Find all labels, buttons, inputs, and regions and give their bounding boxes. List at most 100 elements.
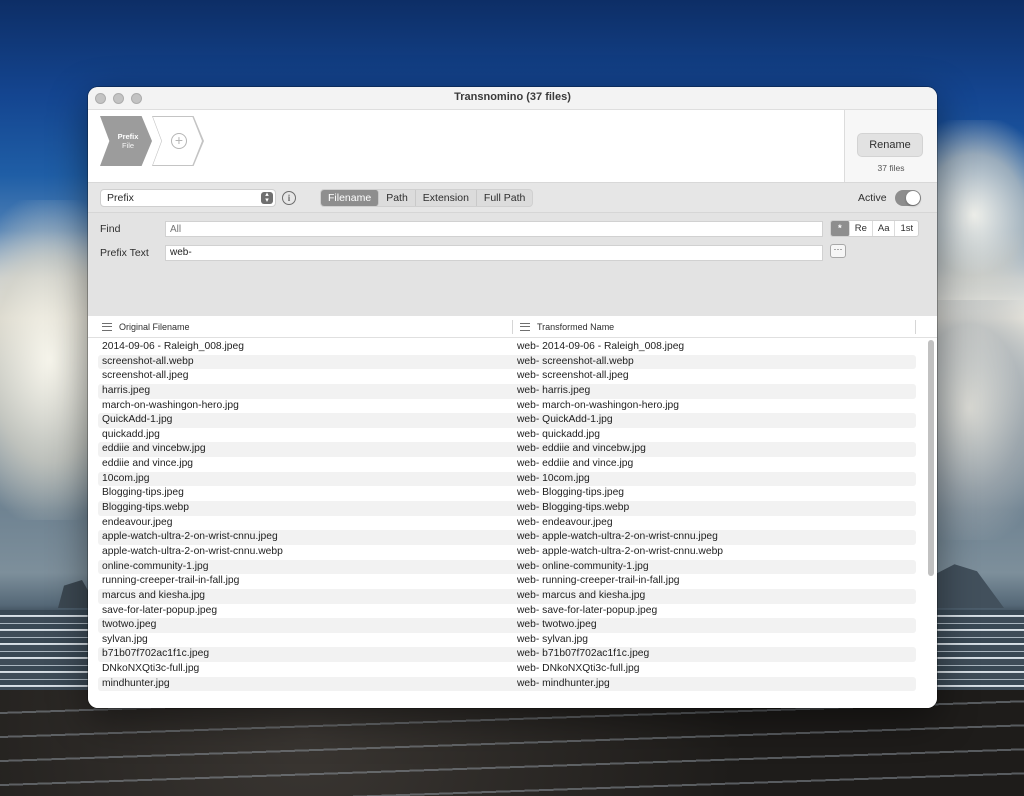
options-bar: Prefix ▴ ▾ i Filename Path Extension Full… — [88, 182, 937, 212]
table-row[interactable]: b71b07f702ac1f1c.jpeg web- b71b07f702ac1f… — [98, 647, 916, 663]
transformed-name-cell: web- endeavour.jpeg — [517, 516, 613, 528]
find-option-regex[interactable]: Re — [850, 221, 873, 236]
original-filename-cell: mindhunter.jpg — [102, 677, 170, 689]
files-count: 37 files — [877, 163, 905, 173]
column-divider[interactable] — [512, 320, 513, 334]
transformed-name-cell: web- eddiie and vincebw.jpg — [517, 443, 646, 455]
original-filename-cell: DNkoNXQti3c-full.jpg — [102, 663, 200, 675]
table-row[interactable]: sylvan.jpg web- sylvan.jpg — [98, 633, 916, 648]
original-filename-cell: save-for-later-popup.jpeg — [102, 604, 218, 616]
table-row[interactable]: marcus and kiesha.jpg web- marcus and kie… — [98, 588, 916, 604]
transformed-name-cell: web- running-creeper-trail-in-fall.jpg — [517, 575, 680, 587]
find-label: Find — [100, 223, 121, 235]
rule-settings-pane: Find * Re Aa 1st Prefix Text web- ··· — [88, 212, 937, 316]
column-divider[interactable] — [915, 320, 916, 334]
find-option-case[interactable]: Aa — [873, 221, 896, 236]
info-icon[interactable]: i — [282, 191, 296, 205]
hamburger-icon[interactable] — [102, 323, 112, 331]
find-option-wildcard[interactable]: * — [831, 221, 850, 236]
table-row[interactable]: apple-watch-ultra-2-on-wrist-cnnu.jpeg we… — [98, 530, 916, 545]
transformed-name-cell: web- marcus and kiesha.jpg — [517, 589, 646, 601]
plus-circle-icon: + — [171, 133, 187, 149]
original-filename-cell: apple-watch-ultra-2-on-wrist-cnnu.webp — [102, 545, 283, 557]
table-row[interactable]: harris.jpeg web- harris.jpeg — [98, 383, 916, 399]
table-row[interactable]: Blogging-tips.jpeg web- Blogging-tips.jpe… — [98, 486, 916, 501]
column-header-original[interactable]: Original Filename — [119, 316, 190, 338]
rename-panel: Rename 37 files — [844, 110, 937, 182]
original-filename-cell: screenshot-all.webp — [102, 355, 194, 367]
table-row[interactable]: 10com.jpg web- 10com.jpg — [98, 471, 916, 487]
original-filename-cell: endeavour.jpeg — [102, 516, 173, 528]
active-toggle[interactable] — [895, 190, 921, 206]
transformed-name-cell: web- Blogging-tips.jpeg — [517, 487, 625, 499]
transformed-name-cell: web- apple-watch-ultra-2-on-wrist-cnnu.j… — [517, 531, 718, 543]
scrollbar-thumb[interactable] — [928, 340, 934, 576]
rule-type-select[interactable]: Prefix ▴ ▾ — [100, 189, 276, 207]
transformed-name-cell: web- march-on-washingon-hero.jpg — [517, 399, 679, 411]
table-row[interactable]: march-on-washingon-hero.jpg web- march-on… — [98, 399, 916, 414]
table-row[interactable]: twotwo.jpeg web- twotwo.jpeg — [98, 618, 916, 633]
find-option-first[interactable]: 1st — [895, 221, 918, 236]
vertical-scrollbar[interactable] — [928, 340, 934, 704]
table-row[interactable]: screenshot-all.jpeg web- screenshot-all.j… — [98, 369, 916, 384]
original-filename-cell: eddiie and vincebw.jpg — [102, 443, 206, 455]
table-row[interactable]: Blogging-tips.webp web- Blogging-tips.web… — [98, 501, 916, 516]
table-row[interactable]: quickadd.jpg web- quickadd.jpg — [98, 428, 916, 443]
transformed-name-cell: web- screenshot-all.jpeg — [517, 370, 629, 382]
original-filename-cell: sylvan.jpg — [102, 633, 148, 645]
more-options-button[interactable]: ··· — [830, 244, 846, 258]
transformed-name-cell: web- b71b07f702ac1f1c.jpeg — [517, 648, 650, 660]
table-row[interactable]: screenshot-all.webp web- screenshot-all.w… — [98, 354, 916, 370]
transformed-name-cell: web- apple-watch-ultra-2-on-wrist-cnnu.w… — [517, 545, 724, 557]
table-row[interactable]: 2014-09-06 - Raleigh_008.jpeg web- 2014-0… — [98, 340, 916, 355]
table-row[interactable]: QuickAdd-1.jpg web- QuickAdd-1.jpg — [98, 413, 916, 428]
original-filename-cell: QuickAdd-1.jpg — [102, 414, 173, 426]
rename-button[interactable]: Rename — [857, 133, 923, 157]
original-filename-cell: eddiie and vince.jpg — [102, 458, 194, 470]
original-filename-cell: online-community-1.jpg — [102, 560, 209, 572]
table-row[interactable]: eddiie and vincebw.jpg web- eddiie and vi… — [98, 442, 916, 458]
table-row[interactable]: apple-watch-ultra-2-on-wrist-cnnu.webp we… — [98, 545, 916, 560]
files-table: Original Filename Transformed Name 2014-… — [88, 316, 937, 708]
tab-path[interactable]: Path — [379, 190, 416, 206]
original-filename-cell: marcus and kiesha.jpg — [102, 589, 206, 601]
tab-full-path[interactable]: Full Path — [477, 190, 532, 206]
table-row[interactable]: DNkoNXQti3c-full.jpg web- DNkoNXQti3c-ful… — [98, 662, 916, 677]
transformed-name-cell: web- 10com.jpg — [517, 472, 590, 484]
table-row[interactable]: save-for-later-popup.jpeg web- save-for-l… — [98, 604, 916, 619]
transformed-name-cell: web- Blogging-tips.webp — [517, 502, 630, 514]
title-bar[interactable]: Transnomino (37 files) — [88, 87, 937, 110]
table-body: 2014-09-06 - Raleigh_008.jpeg web- 2014-0… — [98, 340, 916, 706]
rule-type-value: Prefix — [107, 192, 134, 204]
table-row[interactable]: endeavour.jpeg web- endeavour.jpeg — [98, 516, 916, 531]
transformed-name-cell: web- twotwo.jpeg — [517, 619, 597, 631]
original-filename-cell: quickadd.jpg — [102, 428, 160, 440]
original-filename-cell: screenshot-all.jpeg — [102, 370, 189, 382]
table-header: Original Filename Transformed Name — [88, 316, 937, 338]
app-window: Transnomino (37 files) Prefix File + Ren… — [88, 87, 937, 708]
original-filename-cell: march-on-washingon-hero.jpg — [102, 399, 239, 411]
table-row[interactable]: eddiie and vince.jpg web- eddiie and vinc… — [98, 457, 916, 472]
transformed-name-cell: web- screenshot-all.webp — [517, 355, 634, 367]
table-row[interactable]: mindhunter.jpg web- mindhunter.jpg — [98, 676, 916, 692]
transformed-name-cell: web- online-community-1.jpg — [517, 560, 649, 572]
original-filename-cell: Blogging-tips.jpeg — [102, 487, 184, 499]
original-filename-cell: 2014-09-06 - Raleigh_008.jpeg — [102, 341, 244, 352]
find-input[interactable] — [165, 221, 823, 237]
hamburger-icon[interactable] — [520, 323, 530, 331]
table-row[interactable]: online-community-1.jpg web- online-commun… — [98, 559, 916, 575]
rule-step-subtitle: File — [121, 141, 135, 150]
original-filename-cell: 10com.jpg — [102, 472, 150, 484]
table-row[interactable]: running-creeper-trail-in-fall.jpg web- ru… — [98, 574, 916, 589]
tab-filename[interactable]: Filename — [321, 190, 380, 206]
transformed-name-cell: web- eddiie and vince.jpg — [517, 458, 634, 470]
transformed-name-cell: web- DNkoNXQti3c-full.jpg — [517, 663, 640, 675]
column-header-transformed[interactable]: Transformed Name — [537, 316, 614, 338]
prefix-text-input[interactable]: web- — [165, 245, 823, 261]
rule-step-prefix[interactable]: Prefix File — [100, 116, 152, 166]
original-filename-cell: apple-watch-ultra-2-on-wrist-cnnu.jpeg — [102, 531, 278, 543]
tab-extension[interactable]: Extension — [416, 190, 477, 206]
transformed-name-cell: web- mindhunter.jpg — [517, 677, 610, 689]
transformed-name-cell: web- quickadd.jpg — [517, 428, 600, 440]
original-filename-cell: running-creeper-trail-in-fall.jpg — [102, 575, 240, 587]
